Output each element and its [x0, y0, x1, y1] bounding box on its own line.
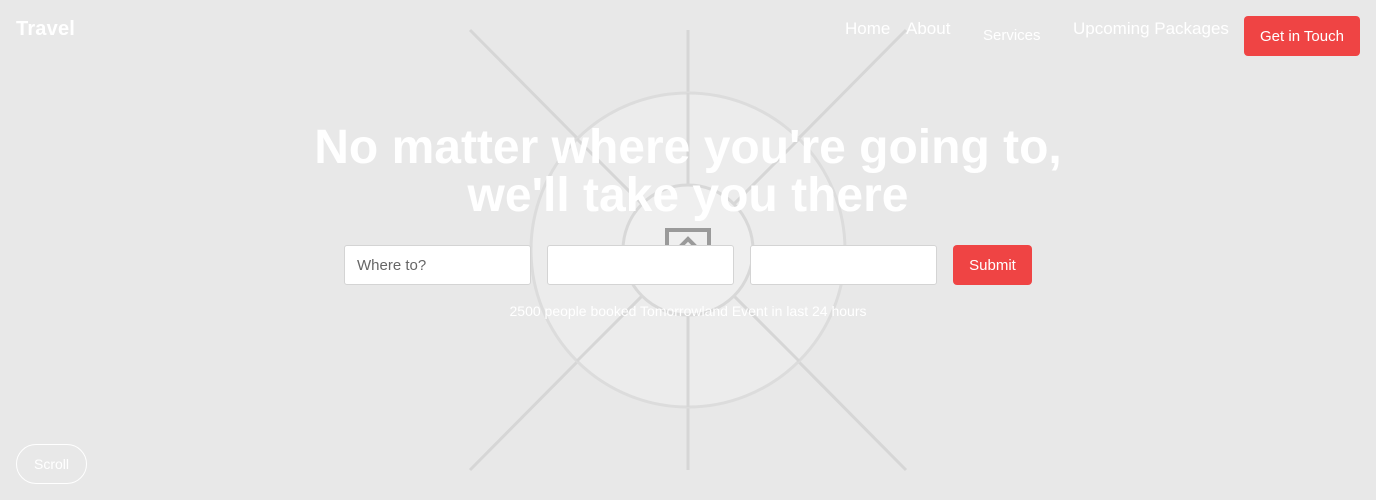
- hero-title: No matter where you're going to, we'll t…: [314, 121, 1062, 222]
- nav-upcoming-packages[interactable]: Upcoming Packages: [1073, 19, 1229, 39]
- nav-services[interactable]: Services: [983, 27, 1041, 44]
- nav-about[interactable]: About: [906, 19, 950, 39]
- brand-logo[interactable]: Travel: [16, 18, 75, 41]
- get-in-touch-button[interactable]: Get in Touch: [1244, 16, 1360, 56]
- submit-button[interactable]: Submit: [953, 245, 1032, 285]
- search-field-2[interactable]: [547, 245, 734, 285]
- booking-notice: 2500 people booked Tomorrowland Event in…: [509, 303, 867, 319]
- nav-home[interactable]: Home: [845, 19, 890, 39]
- search-field-3[interactable]: [750, 245, 937, 285]
- destination-input[interactable]: [344, 245, 531, 285]
- hero-section: Travel Home About Services Upcoming Pack…: [0, 0, 1376, 500]
- scroll-button[interactable]: Scroll: [16, 444, 87, 484]
